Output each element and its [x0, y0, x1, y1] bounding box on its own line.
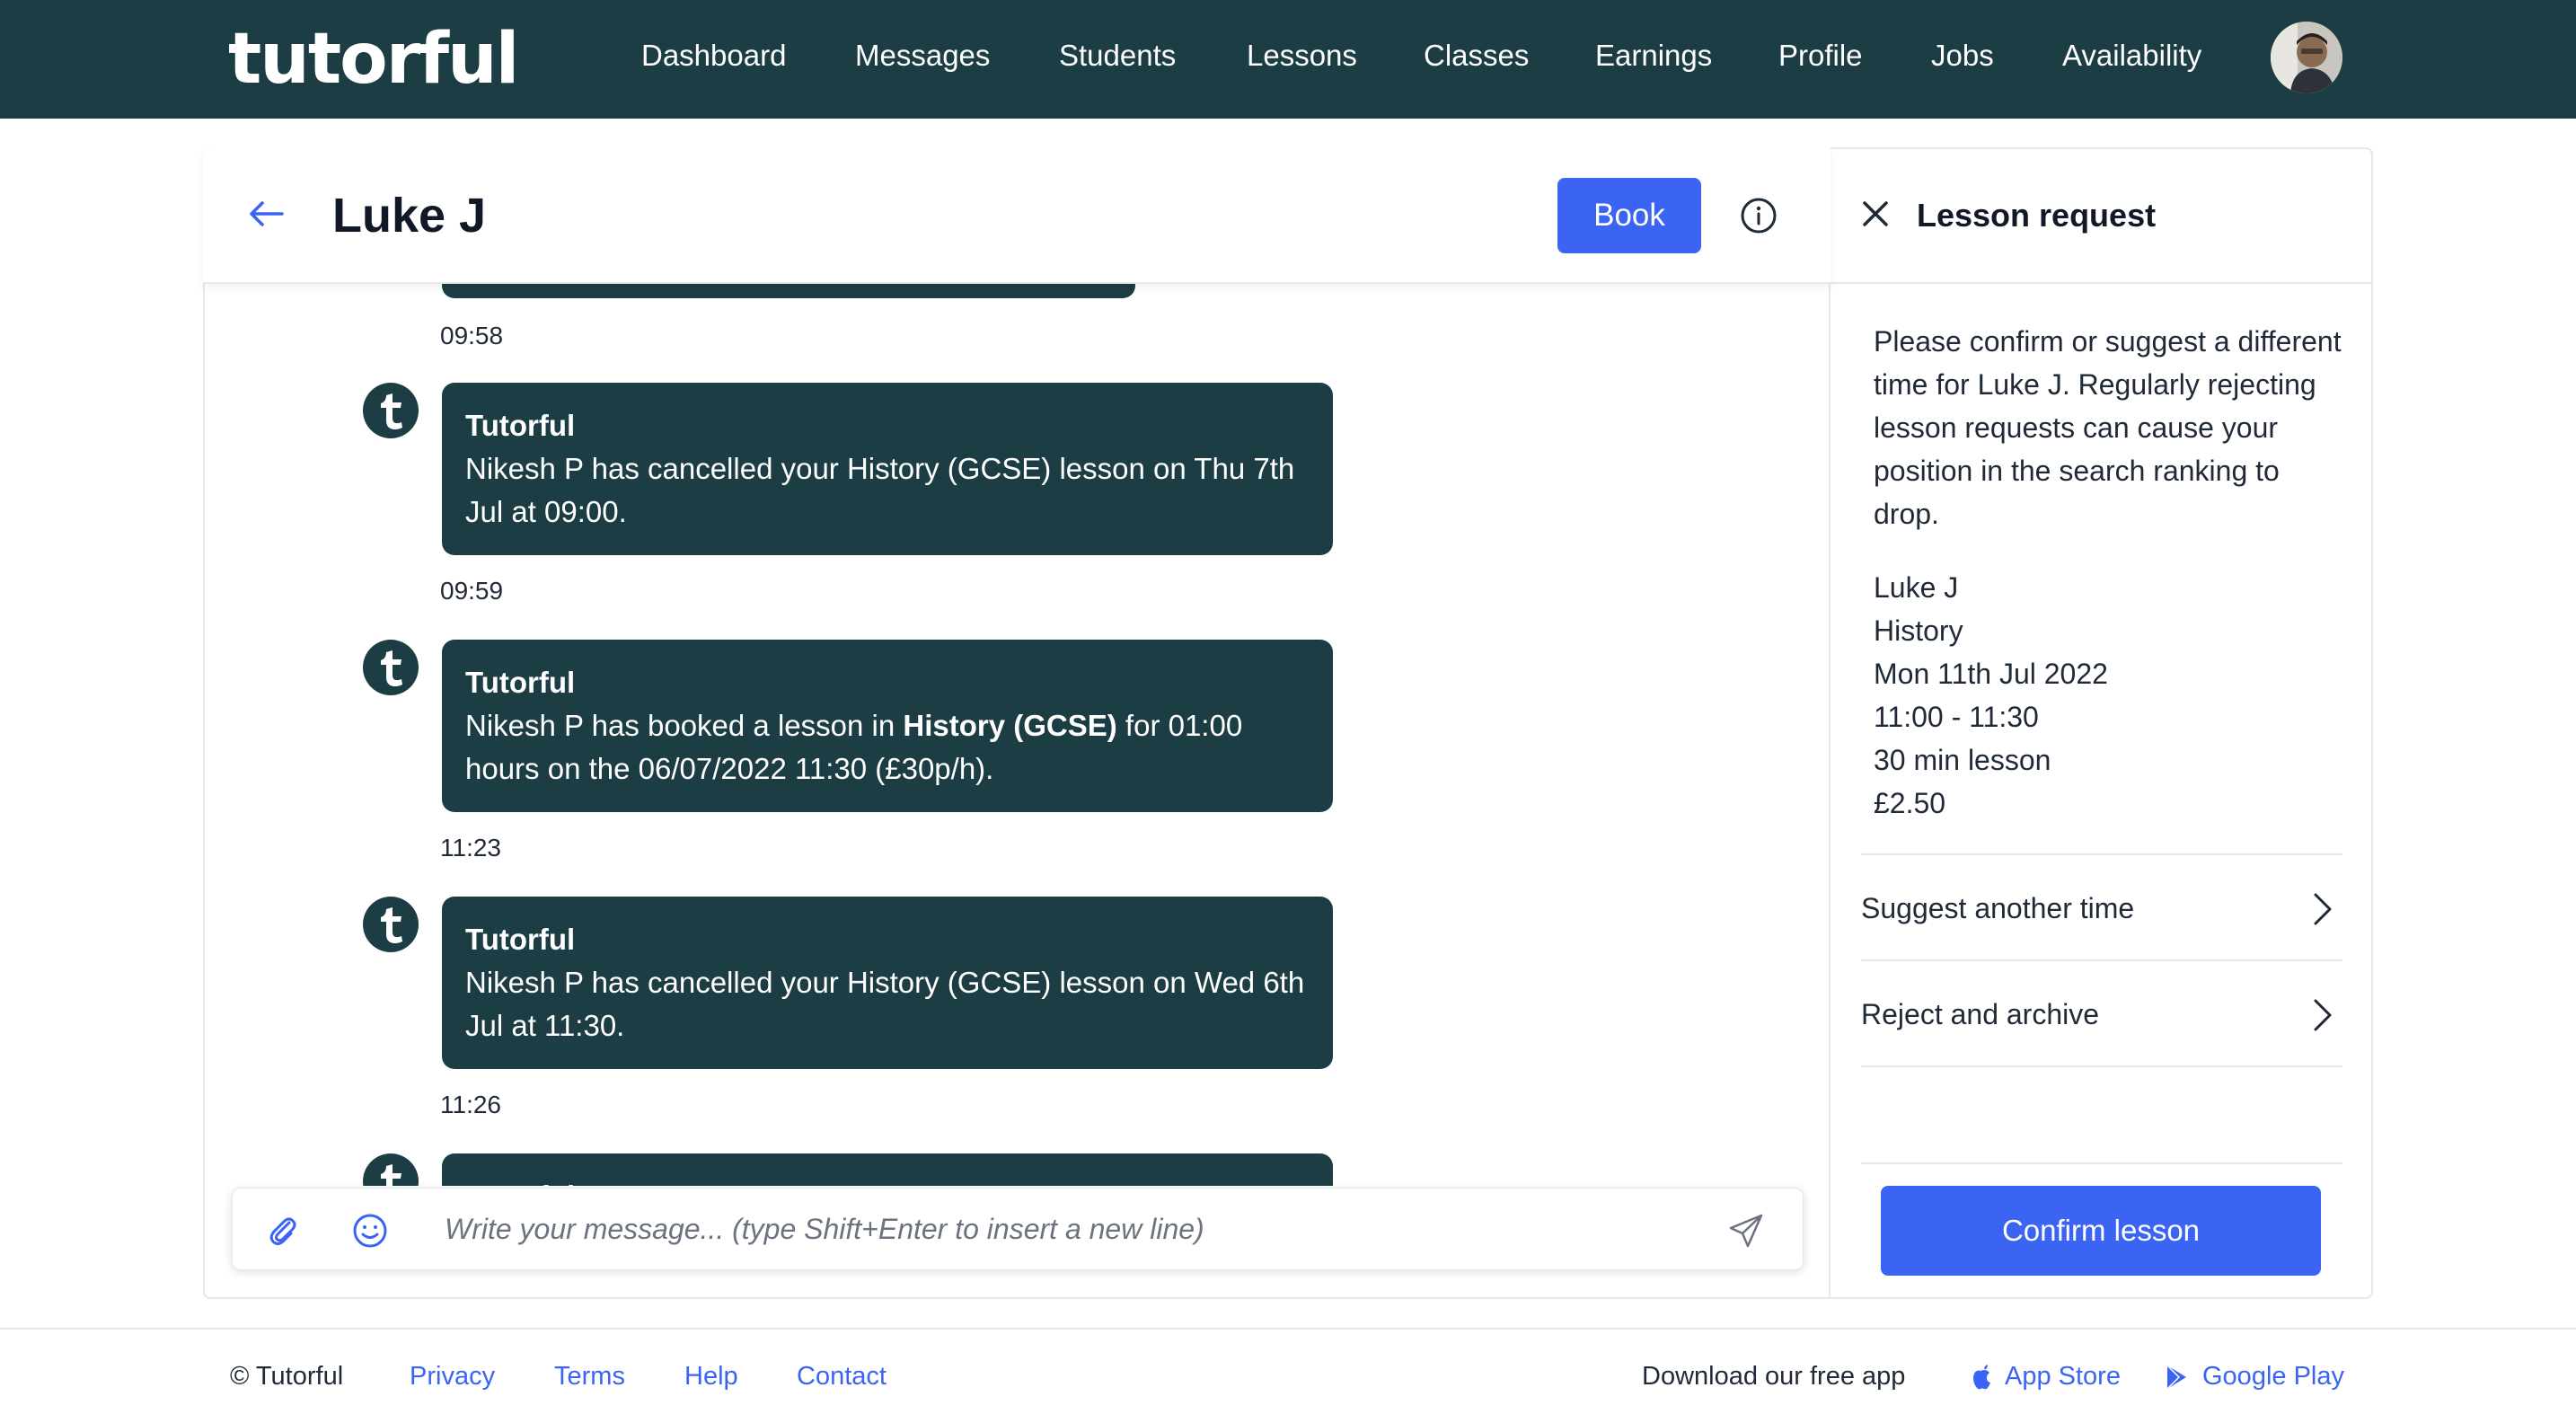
nav-earnings[interactable]: Earnings — [1595, 32, 1712, 79]
google-play-icon — [2163, 1364, 2190, 1391]
lesson-request-description: Please confirm or suggest a different ti… — [1874, 320, 2350, 535]
reject-and-archive-row[interactable]: Reject and archive — [1861, 959, 2342, 1065]
message-text: Nikesh P has booked a lesson in History … — [465, 709, 1243, 785]
lesson-details: Luke J History Mon 11th Jul 2022 11:00 -… — [1874, 566, 2341, 825]
row-divider — [1861, 1162, 2342, 1164]
nav-students[interactable]: Students — [1059, 32, 1176, 79]
tutorful-t-icon — [363, 1153, 419, 1186]
panel-title: Lesson request — [1917, 197, 2157, 234]
nav-classes[interactable]: Classes — [1424, 32, 1529, 79]
chat-contact-name: Luke J — [332, 189, 487, 243]
detail-duration: 30 min lesson — [1874, 744, 2051, 776]
footer-copyright: © Tutorful — [230, 1362, 344, 1391]
tutorful-t-icon — [363, 640, 419, 695]
message-bubble: Tutorful — [442, 1153, 1333, 1186]
avatar-image — [2271, 22, 2342, 93]
nav-dashboard[interactable]: Dashboard — [641, 32, 786, 79]
row-divider — [1861, 1065, 2342, 1067]
message-sender: Tutorful — [465, 923, 576, 956]
suggest-another-time-row[interactable]: Suggest another time — [1861, 853, 2342, 959]
apple-icon — [1969, 1364, 1996, 1391]
detail-date: Mon 11th Jul 2022 — [1874, 658, 2108, 690]
detail-subject: History — [1874, 614, 1963, 647]
footer-app-store-link[interactable]: App Store — [2005, 1357, 2121, 1396]
book-button[interactable]: Book — [1557, 178, 1701, 253]
message-composer — [232, 1188, 1804, 1270]
chevron-right-icon — [2303, 889, 2339, 929]
suggest-another-time-label: Suggest another time — [1861, 892, 2135, 924]
message-time: 09:58 — [440, 322, 504, 349]
panel-description: Please confirm or suggest a different ti… — [1874, 325, 2342, 530]
footer-link-terms[interactable]: Terms — [554, 1357, 625, 1396]
chevron-right-icon — [2303, 995, 2339, 1035]
detail-price: £2.50 — [1874, 787, 1946, 819]
message-text: Nikesh P has cancelled your History (GCS… — [465, 966, 1305, 1042]
back-arrow-icon[interactable] — [241, 189, 291, 239]
footer-link-help[interactable]: Help — [684, 1357, 738, 1396]
nav-jobs[interactable]: Jobs — [1931, 32, 1994, 79]
chat-header: Luke J Book — [203, 147, 1831, 284]
message-sender: Tutorful — [465, 409, 576, 442]
footer-link-contact[interactable]: Contact — [797, 1357, 887, 1396]
top-navbar: tutorful Dashboard Messages Students Les… — [0, 0, 2576, 119]
message-text: Nikesh P has cancelled your History (GCS… — [465, 452, 1295, 528]
message-sender: Tutorful — [465, 666, 576, 699]
message-time: 09:59 — [440, 577, 504, 605]
message-input[interactable] — [445, 1203, 1702, 1255]
close-icon[interactable] — [1859, 198, 1892, 230]
tutorful-t-icon — [363, 897, 419, 952]
message-time: 11:23 — [440, 834, 501, 862]
info-icon[interactable] — [1739, 196, 1778, 235]
nav-profile[interactable]: Profile — [1778, 32, 1863, 79]
footer-link-privacy[interactable]: Privacy — [410, 1357, 495, 1396]
detail-time: 11:00 - 11:30 — [1874, 701, 2039, 733]
message-sender: Tutorful — [465, 1175, 1310, 1186]
reject-and-archive-label: Reject and archive — [1861, 998, 2100, 1030]
message-bubble: Tutorful Nikesh P has cancelled your His… — [442, 897, 1333, 1069]
user-avatar[interactable] — [2271, 22, 2342, 93]
footer-download-text: Download our free app — [1642, 1362, 1906, 1391]
panel-divider — [1829, 149, 1831, 1297]
nav-messages[interactable]: Messages — [855, 32, 990, 79]
detail-student-name: Luke J — [1874, 571, 1959, 604]
footer-google-play-link[interactable]: Google Play — [2202, 1357, 2344, 1396]
message-time: 11:26 — [440, 1091, 501, 1118]
message-bubble-partial — [442, 284, 1135, 298]
paperclip-icon[interactable] — [265, 1212, 301, 1248]
nav-availability[interactable]: Availability — [2062, 32, 2201, 79]
message-list[interactable]: 09:58 Tutorful Nikesh P has cancelled yo… — [205, 284, 1827, 1186]
send-icon[interactable] — [1727, 1212, 1765, 1250]
message-bubble: Tutorful Nikesh P has booked a lesson in… — [442, 640, 1333, 812]
confirm-lesson-button[interactable]: Confirm lesson — [1881, 1186, 2321, 1276]
tutorful-t-icon — [363, 383, 419, 438]
tutorful-logo[interactable]: tutorful — [228, 22, 519, 97]
lesson-request-header: Lesson request — [1831, 149, 2371, 284]
footer: © Tutorful Privacy Terms Help Contact Do… — [0, 1328, 2576, 1414]
message-bubble: Tutorful Nikesh P has cancelled your His… — [442, 383, 1333, 555]
emoji-icon[interactable] — [351, 1212, 389, 1250]
nav-lessons[interactable]: Lessons — [1247, 32, 1357, 79]
